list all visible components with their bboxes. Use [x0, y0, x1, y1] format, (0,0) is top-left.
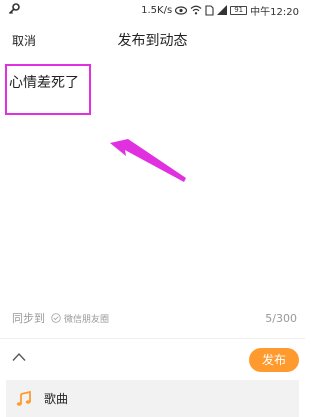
divider — [0, 338, 305, 339]
sync-label: 同步到 — [12, 312, 45, 325]
key-icon — [8, 3, 20, 15]
wechat-moments-label: 微信朋友圈 — [64, 314, 110, 325]
status-right: 1.5K/s 91 中午12:20 — [141, 3, 299, 18]
chevron-up-icon[interactable] — [12, 352, 26, 362]
music-note-icon — [16, 390, 31, 406]
song-option[interactable]: 歌曲 — [6, 380, 299, 417]
eye-icon — [175, 5, 188, 15]
network-speed: 1.5K/s — [141, 4, 173, 16]
battery-icon: 91 — [230, 5, 248, 15]
header: 发布到动态 取消 — [0, 24, 305, 56]
publish-button[interactable]: 发布 — [249, 348, 299, 372]
check-circle-icon — [51, 313, 61, 323]
character-count: 5/300 — [265, 312, 297, 325]
annotation-highlight-box — [5, 64, 91, 115]
status-bar: 1.5K/s 91 中午12:20 — [0, 0, 305, 20]
battery-level: 91 — [234, 5, 244, 14]
sync-row: 同步到 微信朋友圈 — [12, 310, 109, 326]
wifi-icon — [190, 5, 202, 15]
page-title: 发布到动态 — [117, 33, 188, 49]
signal-icon — [217, 5, 228, 15]
song-label: 歌曲 — [44, 392, 69, 406]
clock: 中午12:20 — [250, 6, 299, 18]
wechat-moments-option[interactable]: 微信朋友圈 — [51, 312, 109, 325]
cancel-button[interactable]: 取消 — [12, 32, 36, 49]
sim-icon — [205, 4, 214, 16]
